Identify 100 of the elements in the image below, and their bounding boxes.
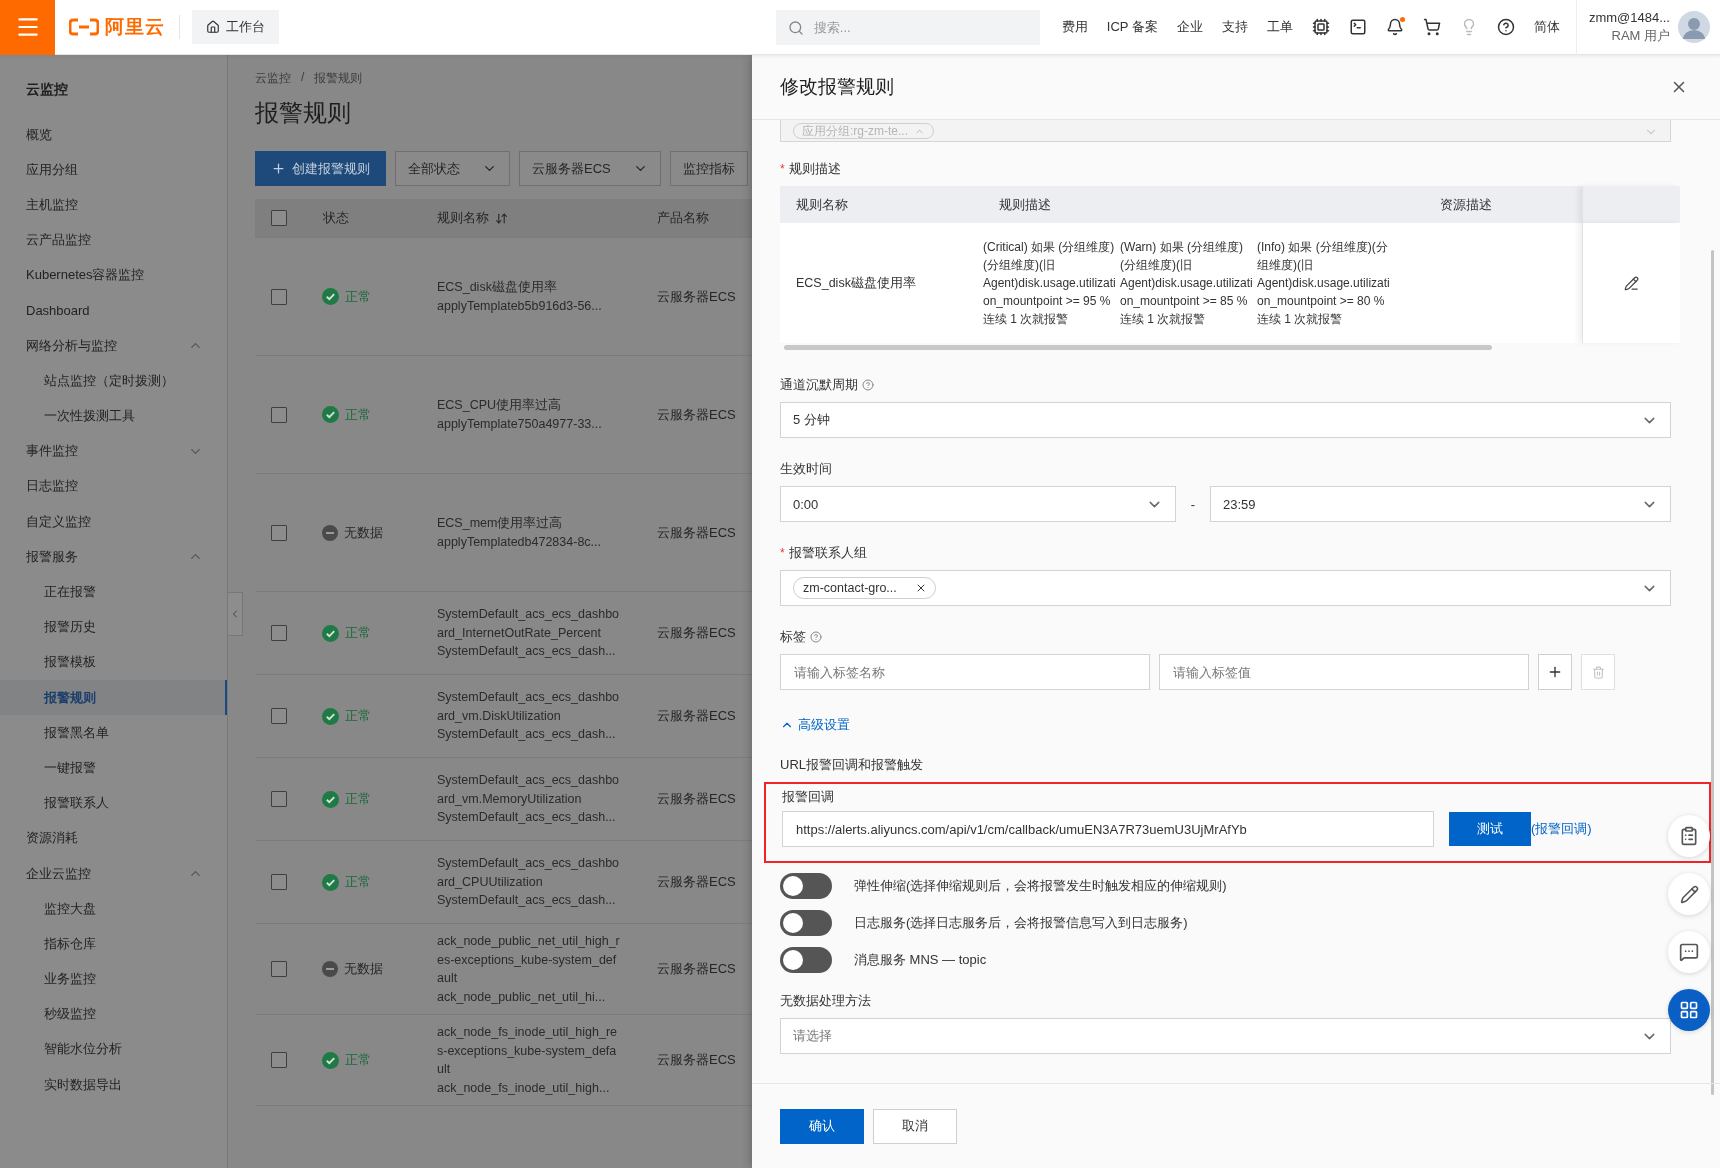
checkbox[interactable] [271, 791, 287, 807]
drawer-title: 修改报警规则 [780, 75, 894, 99]
status-label: 正常 [345, 287, 371, 306]
sidebar-item[interactable]: 云产品监控 [0, 222, 227, 258]
input-field[interactable]: 请输入标签名称 [780, 654, 1150, 690]
checkbox[interactable] [271, 288, 287, 305]
edit-button[interactable] [1668, 873, 1710, 915]
scrollbar[interactable] [784, 345, 1492, 350]
sidebar-item[interactable]: 正在报警 [0, 574, 227, 610]
sidebar-item[interactable]: 智能水位分析 [0, 1031, 227, 1068]
rule-name-link[interactable]: ECS_mem使用率过高 [437, 514, 623, 533]
add-button[interactable] [1538, 654, 1572, 690]
nav-link[interactable]: 支持 [1221, 18, 1248, 36]
rule-name-link[interactable]: ECS_disk磁盘使用率 [437, 278, 623, 297]
chat-button[interactable] [1668, 931, 1710, 973]
rule-id: applyTemplateb5b916d3-56... [437, 297, 603, 315]
sidebar-item[interactable]: 报警黑名单 [0, 715, 227, 751]
sidebar-item[interactable]: Dashboard [0, 292, 227, 329]
terminal-button[interactable] [1348, 18, 1367, 36]
rule-id: applyTemplatedb472834-8c... [437, 533, 602, 551]
avatar[interactable] [1678, 11, 1710, 43]
cart-button[interactable] [1422, 18, 1441, 36]
rule-name-link[interactable]: SystemDefault_acs_ecs_dashboard_InternetOutRate_Percent [437, 605, 623, 643]
sidebar-item[interactable]: 业务监控 [0, 961, 227, 997]
scrollbar[interactable] [1711, 250, 1714, 1095]
checkbox[interactable] [271, 1052, 287, 1068]
sidebar-item[interactable]: 报警服务 [0, 539, 227, 575]
column-header: 规则名称 [795, 195, 849, 214]
apps-button[interactable] [1668, 989, 1710, 1031]
breadcrumb-link[interactable]: 云监控 [255, 70, 291, 87]
sidebar-item[interactable]: 报警模板 [0, 644, 227, 680]
rule-name-link[interactable]: SystemDefault_acs_ecs_dashboard_CPUUtilization [437, 854, 623, 892]
checkbox[interactable] [271, 524, 287, 541]
test-button[interactable]: 测试 [1449, 812, 1531, 846]
url-field[interactable]: https://alerts.aliyuncs.com/api/v1/cm/callback/umuEN3A7R73uemU3UjMrAfYb [782, 811, 1434, 847]
sidebar-item[interactable]: 指标仓库 [0, 926, 227, 962]
sidebar-item[interactable]: 资源消耗 [0, 820, 227, 856]
create-button[interactable]: 创建报警规则 [255, 151, 386, 186]
select-field[interactable]: 0:00 [780, 486, 1176, 522]
edit-button[interactable] [1624, 275, 1639, 291]
sidebar-item[interactable]: 事件监控 [0, 433, 227, 469]
nav-link[interactable]: 工单 [1266, 18, 1293, 36]
sidebar-item[interactable]: 实时数据导出 [0, 1067, 227, 1103]
sidebar-item[interactable]: 自定义监控 [0, 504, 227, 540]
select-field[interactable]: 请选择 [780, 1018, 1671, 1054]
select-field[interactable]: 5 分钟 [780, 402, 1671, 438]
sidebar-item[interactable]: 企业云监控 [0, 855, 227, 892]
sidebar-item[interactable]: 报警历史 [0, 609, 227, 645]
select-field[interactable]: 23:59 [1210, 486, 1671, 522]
clipboard-button[interactable] [1668, 815, 1710, 857]
nav-link[interactable]: 费用 [1061, 18, 1088, 36]
sidebar-item[interactable]: 概览 [0, 117, 227, 153]
checkbox[interactable] [271, 874, 287, 890]
sidebar-item[interactable]: 报警联系人 [0, 785, 227, 821]
user-name: zmm@1484... [1588, 9, 1670, 27]
callback-link[interactable]: (报警回调) [1531, 820, 1592, 838]
toggle-label: 日志服务(选择日志服务后，会将报警信息写入到日志服务) [854, 913, 1188, 932]
sidebar-item[interactable]: 一键报警 [0, 750, 227, 786]
help-button[interactable] [1496, 18, 1515, 36]
sidebar-item[interactable]: 日志监控 [0, 468, 227, 505]
select-field[interactable]: zm-contact-gro... [780, 570, 1671, 606]
search-field[interactable]: 搜索... [775, 9, 1040, 45]
logo-icon [69, 18, 99, 36]
rule-name-link[interactable]: SystemDefault_acs_ecs_dashboard_vm.MemoryUtilization [437, 771, 623, 809]
sidebar-item[interactable]: 网络分析与监控 [0, 328, 227, 364]
toggle-switch[interactable] [780, 909, 832, 936]
rule-name-link[interactable]: SystemDefault_acs_ecs_dashboard_vm.DiskUtilization [437, 688, 623, 726]
checkbox[interactable] [271, 961, 287, 977]
toggle-label: 消息服务 MNS — topic [854, 950, 987, 969]
checkbox[interactable] [271, 210, 287, 226]
advanced-settings-link[interactable]: 高级设置 [780, 716, 850, 734]
input-field[interactable]: 请输入标签值 [1159, 654, 1529, 690]
filter-select[interactable]: 监控指标 [669, 151, 748, 186]
language-link[interactable]: 简体 [1533, 18, 1560, 36]
sidebar-item[interactable]: Kubernetes容器监控 [0, 257, 227, 293]
checkbox[interactable] [271, 708, 287, 724]
cpu-button[interactable] [1311, 18, 1330, 36]
status-label: 无数据 [344, 960, 383, 978]
sidebar-item[interactable]: 监控大盘 [0, 891, 227, 927]
nav-link[interactable]: 企业 [1176, 18, 1203, 36]
filter-select[interactable]: 全部状态 [395, 151, 510, 186]
notification-button[interactable] [1385, 18, 1404, 36]
status-label: 正常 [345, 873, 371, 891]
toggle-switch[interactable] [780, 946, 832, 973]
checkbox[interactable] [271, 406, 287, 423]
sidebar-item[interactable]: 应用分组 [0, 152, 227, 188]
collapse-handle[interactable] [228, 592, 243, 636]
cancel-button[interactable]: 取消 [873, 1108, 957, 1144]
toggle-switch[interactable] [780, 872, 832, 899]
menu-button[interactable] [0, 0, 55, 55]
confirm-button[interactable]: 确认 [780, 1108, 864, 1144]
sidebar-item[interactable]: 秒级监控 [0, 996, 227, 1032]
sidebar-item[interactable]: 站点监控（定时拨测） [0, 363, 227, 399]
workbench-button[interactable]: 工作台 [192, 10, 279, 44]
rule-name-link[interactable]: ECS_CPU使用率过高 [437, 396, 623, 415]
sidebar-item[interactable]: 主机监控 [0, 187, 227, 223]
checkbox[interactable] [271, 625, 287, 641]
filter-select[interactable]: 云服务器ECS [519, 151, 661, 186]
nav-link[interactable]: ICP 备案 [1106, 18, 1158, 36]
sidebar-item[interactable]: 报警规则 [0, 680, 227, 716]
